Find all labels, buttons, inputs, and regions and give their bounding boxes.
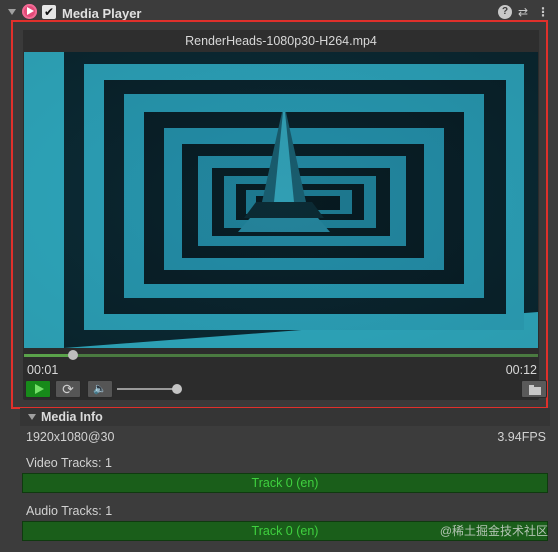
- video-image: [24, 52, 538, 348]
- component-title: Media Player: [62, 6, 142, 21]
- resolution-label: 1920x1080@30: [26, 430, 115, 444]
- help-icon[interactable]: ?: [498, 5, 512, 19]
- duration-time: 00:12: [505, 363, 537, 377]
- mute-button[interactable]: 🔈: [87, 380, 113, 398]
- media-info-title: Media Info: [41, 410, 103, 424]
- chevron-down-icon: [28, 414, 36, 420]
- audio-tracks-label: Audio Tracks: 1: [26, 504, 113, 518]
- watermark: @稀土掘金技术社区: [439, 524, 548, 538]
- more-options-icon[interactable]: ⋮: [536, 5, 550, 19]
- timeline-progress: [24, 354, 73, 357]
- current-time: 00:01: [27, 363, 59, 377]
- video-tracks-label: Video Tracks: 1: [26, 456, 112, 470]
- media-player-icon: [22, 4, 37, 19]
- video-player-panel: RenderHeads-1080p30-H264.mp4 00:01 00:12…: [23, 30, 547, 400]
- video-frame[interactable]: [24, 52, 538, 348]
- timeline-handle[interactable]: [67, 350, 78, 360]
- player-highlight-frame: RenderHeads-1080p30-H264.mp4 00:01 00:12…: [11, 20, 548, 409]
- speaker-icon: 🔈: [93, 383, 107, 395]
- video-filename: RenderHeads-1080p30-H264.mp4: [23, 30, 539, 52]
- media-info-header[interactable]: Media Info: [20, 408, 550, 426]
- volume-slider[interactable]: [117, 384, 182, 394]
- open-folder-button[interactable]: [521, 380, 547, 398]
- loop-toggle-button[interactable]: ⟳: [55, 380, 81, 398]
- play-button[interactable]: [25, 380, 51, 398]
- foldout-arrow-icon[interactable]: [8, 9, 16, 15]
- enable-checkbox[interactable]: ✔: [42, 5, 56, 19]
- video-track-button[interactable]: Track 0 (en): [22, 473, 548, 493]
- volume-handle[interactable]: [172, 384, 182, 394]
- loop-icon: ⟳: [62, 381, 74, 397]
- fps-label: 3.94FPS: [497, 430, 546, 444]
- preset-icon[interactable]: ⇄: [516, 5, 530, 19]
- timeline-slider[interactable]: [24, 350, 538, 360]
